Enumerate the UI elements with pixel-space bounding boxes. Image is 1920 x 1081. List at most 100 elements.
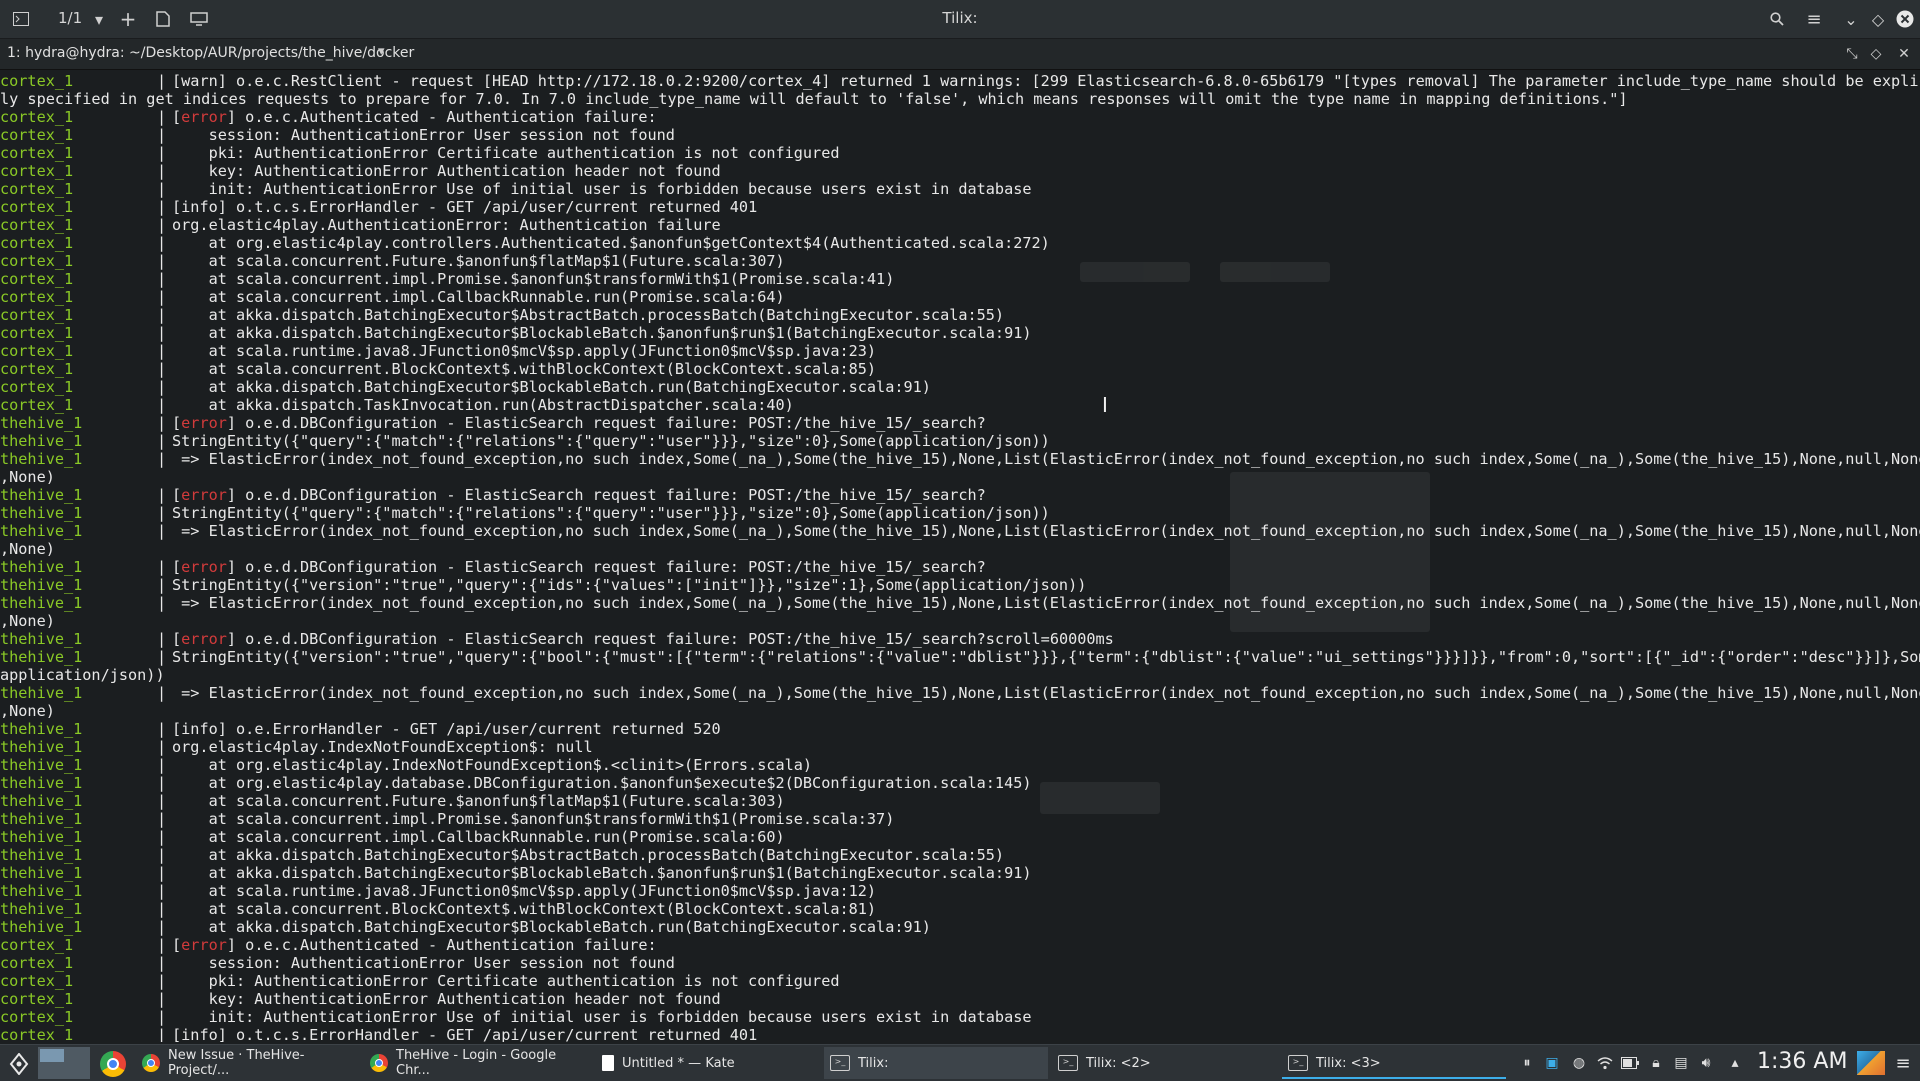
log-line: thehive_1 | StringEntity({"query":{"match"… (0, 432, 1050, 450)
log-text: at akka.dispatch.BatchingExecutor$Blocka… (172, 864, 1032, 882)
log-message: [error] o.e.c.Authenticated - Authentica… (172, 108, 657, 126)
terminal-title-dropdown-icon[interactable]: ▾ (378, 44, 385, 59)
notifications-icon[interactable]: ▣ (1543, 1054, 1561, 1072)
service-name: thehive_1 (0, 558, 83, 576)
tray-expand-icon[interactable]: ▴ (1726, 1054, 1744, 1072)
clipboard-icon[interactable]: ▤ (1672, 1054, 1690, 1072)
log-message: StringEntity({"query":{"match":{"relatio… (172, 432, 1050, 450)
log-separator: | (157, 270, 167, 288)
close-terminal-icon[interactable]: ✕ (1894, 44, 1914, 64)
task-thehive-login-chrome[interactable]: TheHive - Login - Google Chr... (364, 1047, 588, 1079)
service-name: cortex_1 (0, 72, 74, 90)
log-text: o.e.d.DBConfiguration - ElasticSearch re… (236, 558, 986, 576)
log-message: key: AuthenticationError Authentication … (172, 990, 721, 1008)
service-name: thehive_1 (0, 810, 83, 828)
log-separator: | (157, 576, 167, 594)
search-icon[interactable] (1766, 8, 1788, 30)
terminal-output[interactable]: cortex_1 | [warn] o.e.c.RestClient - reque… (0, 72, 1920, 1042)
application-launcher-icon[interactable] (6, 1053, 32, 1075)
task-tilix-3[interactable]: >_ Tilix: <3> (1282, 1047, 1506, 1079)
lock-icon[interactable]: 🔒︎ (1647, 1054, 1665, 1072)
log-message: [error] o.e.d.DBConfiguration - ElasticS… (172, 630, 1114, 648)
log-line: thehive_1 | at scala.runtime.java8.JFunct… (0, 882, 876, 900)
log-text: at org.elastic4play.IndexNotFoundExcepti… (172, 756, 813, 774)
log-text: => ElasticError(index_not_found_exceptio… (172, 450, 1920, 468)
close-window-icon[interactable] (1894, 8, 1916, 30)
log-line: thehive_1 | [error] o.e.d.DBConfiguration … (0, 558, 986, 576)
task-new-issue-chrome[interactable]: New Issue · TheHive-Project/... (136, 1047, 356, 1079)
log-text: pki: AuthenticationError Certificate aut… (172, 972, 840, 990)
level-bracket-close: ] (226, 108, 237, 126)
service-name: thehive_1 (0, 648, 83, 666)
log-message: [info] o.t.c.s.ErrorHandler - GET /api/u… (172, 1026, 757, 1042)
terminal-titlebar: 1: hydra@hydra: ~/Desktop/AUR/projects/t… (0, 39, 1920, 70)
level-bracket-open: [ (172, 486, 182, 504)
service-name: cortex_1 (0, 108, 74, 126)
tilix-icon: >_ (830, 1055, 850, 1071)
vpn-icon[interactable]: ◍ (1570, 1054, 1588, 1072)
log-separator: | (157, 342, 167, 360)
terminal-path-title[interactable]: 1: hydra@hydra: ~/Desktop/AUR/projects/t… (7, 45, 414, 61)
window-title: Tilix: (942, 9, 978, 27)
service-name: cortex_1 (0, 234, 74, 252)
service-name: cortex_1 (0, 360, 74, 378)
battery-icon[interactable] (1621, 1054, 1639, 1072)
desktop-1-preview[interactable] (40, 1049, 64, 1062)
service-name: thehive_1 (0, 774, 83, 792)
text-cursor-icon: I (1102, 393, 1108, 417)
task-tilix-1[interactable]: >_ Tilix: (824, 1047, 1048, 1079)
wifi-icon[interactable] (1596, 1054, 1614, 1072)
hamburger-menu-icon[interactable]: ≡ (1803, 8, 1825, 30)
log-line: cortex_1 | pki: AuthenticationError Certi… (0, 972, 840, 990)
minimize-icon[interactable]: ⌄ (1840, 8, 1862, 30)
maximize-terminal-icon[interactable]: ⤡ (1842, 44, 1862, 64)
media-pause-icon[interactable]: ⏸ (1518, 1054, 1536, 1072)
panel-menu-icon[interactable]: ≡ (1894, 1053, 1912, 1074)
log-message: org.elastic4play.AuthenticationError: Au… (172, 216, 721, 234)
service-name: thehive_1 (0, 846, 83, 864)
log-separator: | (157, 450, 167, 468)
log-continuation: ,None) (0, 468, 55, 486)
task-label: TheHive - Login - Google Chr... (396, 1048, 557, 1078)
service-name: thehive_1 (0, 900, 83, 918)
task-kate[interactable]: Untitled * — Kate (596, 1047, 816, 1079)
service-name: cortex_1 (0, 954, 74, 972)
chrome-launcher-icon[interactable] (100, 1051, 126, 1077)
chrome-icon (142, 1054, 160, 1072)
log-text: session: AuthenticationError User sessio… (172, 954, 675, 972)
log-message: StringEntity({"version":"true","query":{… (172, 648, 1920, 666)
level-bracket-open: [ (172, 198, 182, 216)
log-line: cortex_1 | [warn] o.e.c.RestClient - reque… (0, 72, 1920, 90)
log-separator: | (157, 306, 167, 324)
maximize-icon[interactable]: ◇ (1867, 8, 1889, 30)
log-separator: | (157, 558, 167, 576)
log-message: at scala.runtime.java8.JFunction0$mcV$sp… (172, 342, 877, 360)
log-separator: | (157, 162, 167, 180)
show-desktop-icon[interactable] (1857, 1051, 1885, 1075)
log-message: [error] o.e.c.Authenticated - Authentica… (172, 936, 657, 954)
clock[interactable]: 1:36 AM (1757, 1049, 1847, 1074)
log-text: o.e.ErrorHandler - GET /api/user/current… (226, 720, 721, 738)
log-separator: | (157, 360, 167, 378)
level-bracket-open: [ (172, 72, 182, 90)
read-only-icon[interactable]: ◇ (1866, 44, 1886, 64)
virtual-desktop-pager[interactable] (38, 1047, 90, 1079)
log-message: session: AuthenticationError User sessio… (172, 954, 675, 972)
log-line: thehive_1 | at org.elastic4play.database.… (0, 774, 1032, 792)
log-separator: | (157, 900, 167, 918)
log-text: o.t.c.s.ErrorHandler - GET /api/user/cur… (226, 1026, 758, 1042)
level-bracket-close: ] (217, 1026, 227, 1042)
log-separator: | (157, 918, 167, 936)
log-message: pki: AuthenticationError Certificate aut… (172, 972, 840, 990)
log-separator: | (157, 504, 167, 522)
log-line: cortex_1 | pki: AuthenticationError Certi… (0, 144, 840, 162)
log-line: cortex_1 | at scala.concurrent.Future.$an… (0, 252, 785, 270)
log-text: o.e.c.Authenticated - Authentication fai… (236, 936, 657, 954)
log-line: thehive_1 | [error] o.e.d.DBConfiguration … (0, 630, 1114, 648)
log-message: at akka.dispatch.BatchingExecutor$Abstra… (172, 846, 1005, 864)
log-line: cortex_1 | [error] o.e.c.Authenticated - A… (0, 108, 657, 126)
volume-icon[interactable]: 🔊︎ (1697, 1054, 1715, 1072)
task-tilix-2[interactable]: >_ Tilix: <2> (1052, 1047, 1276, 1079)
log-message: [warn] o.e.c.RestClient - request [HEAD … (172, 72, 1920, 90)
log-continuation: ,None) (0, 540, 55, 558)
